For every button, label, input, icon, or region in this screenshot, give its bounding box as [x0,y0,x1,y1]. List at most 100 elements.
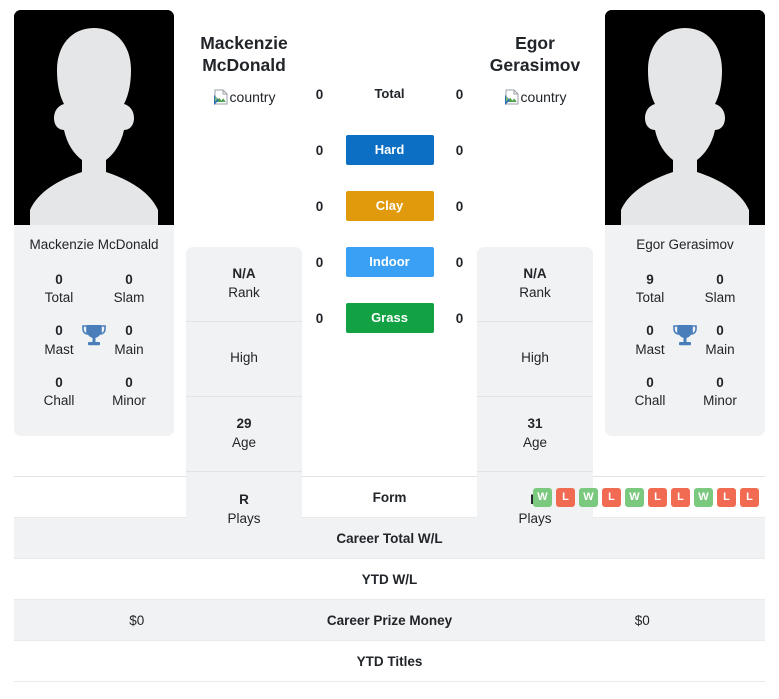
h2h-row-clay: 0 Clay 0 [310,178,470,234]
form-badge-loss[interactable]: L [602,487,621,507]
table-row: YTD W/L [14,559,765,600]
panel-player-name-right: Egor Gerasimov [636,237,734,252]
broken-image-icon [213,89,228,105]
title-stat-slam: 0 Slam [689,271,751,307]
table-row-label: Career Prize Money [326,612,453,628]
h2h-row-hard: 0 Hard 0 [310,122,470,178]
title-value: 0 [646,375,654,391]
table-row: YTD Titles [14,641,765,682]
h2h-score-right: 0 [455,198,464,214]
player-name-right-line2: Gerasimov [489,55,581,76]
title-value: 0 [646,323,654,339]
broken-image-icon [504,89,519,105]
surface-badge-grass[interactable]: Grass [345,303,434,333]
title-stat-chall: 0 Chall [619,374,681,410]
title-label: Minor [703,393,737,409]
broken-image-placeholder: country [504,88,567,105]
stat-high-rank-left: High [186,322,302,397]
stat-value: 31 [527,416,543,432]
title-value: 0 [716,323,724,339]
title-label: Main [705,341,735,357]
title-label: Main [114,341,144,357]
h2h-score-left: 0 [315,142,324,158]
form-badge-win[interactable]: W [694,487,713,507]
stat-value: High [521,350,549,366]
form-badge-loss[interactable]: L [740,487,759,507]
stat-label: Rank [228,285,260,301]
title-stat-main: 0 Main [689,322,751,358]
title-label: Mast [44,341,74,357]
panel-player-name-left: Mackenzie McDonald [29,237,159,252]
broken-image-alt-text: country [229,88,276,105]
titles-row: 0 Mast 0 Main [605,316,765,368]
stat-label: Rank [519,285,551,301]
form-badge-win[interactable]: W [533,487,552,507]
player-silhouette-icon [605,10,765,225]
titles-row: 0 Mast 0 Main [14,316,174,368]
stat-value: High [230,350,258,366]
form-badge-win[interactable]: W [579,487,598,507]
player-comparison-page: Mackenzie McDonald 0 Total 0 Slam 0 Mast… [0,0,779,699]
player-name-right: Egor Gerasimov [477,32,593,77]
stat-high-rank-right: High [477,322,593,397]
stat-age-left: 29 Age [186,397,302,472]
player-name-block-left: Mackenzie McDonald country [186,10,302,105]
stat-value: N/A [232,266,256,282]
stat-age-right: 31 Age [477,397,593,472]
title-stat-mast: 0 Mast [619,322,681,358]
top-comparison-area: Mackenzie McDonald 0 Total 0 Slam 0 Mast… [0,0,779,547]
player-panel-left: Mackenzie McDonald 0 Total 0 Slam 0 Mast… [14,10,174,436]
title-value: 0 [716,375,724,391]
title-label: Total [635,289,665,305]
h2h-score-right: 0 [455,86,464,102]
left-center-block: Mackenzie McDonald country N/A Rank High… [174,10,302,547]
middle-comparison-column: Mackenzie McDonald country N/A Rank High… [174,10,605,547]
titles-grid-right: 9 Total 0 Slam 0 Mast 0 Main 0 Chall 0 M… [605,263,765,436]
stat-label: Plays [518,510,552,526]
stat-label: Age [231,435,257,451]
title-value: 9 [646,271,654,287]
form-badge-loss[interactable]: L [648,487,667,507]
country-flag-left: country [186,89,302,105]
title-stat-chall: 0 Chall [28,374,90,410]
stat-label: Plays [227,510,261,526]
title-stat-minor: 0 Minor [689,374,751,410]
h2h-score-right: 0 [455,254,464,270]
stat-value: N/A [523,266,547,282]
titles-row: 0 Chall 0 Minor [14,368,174,420]
table-cell-left: $0 [129,612,145,628]
stat-value: 29 [236,416,252,432]
title-stat-total: 9 Total [619,271,681,307]
title-label: Minor [112,393,146,409]
surface-badge-indoor[interactable]: Indoor [345,247,434,277]
surface-badge-clay[interactable]: Clay [345,191,434,221]
table-row-label: Form [372,489,407,505]
player-name-left-line2: McDonald [202,55,286,76]
form-badge-loss[interactable]: L [717,487,736,507]
form-badge-loss[interactable]: L [671,487,690,507]
title-label: Mast [635,341,665,357]
table-row-label: Career Total W/L [336,530,443,546]
broken-image-alt-text: country [520,88,567,105]
title-stat-minor: 0 Minor [98,374,160,410]
table-row: $0 Career Prize Money $0 [14,600,765,641]
right-center-block: Egor Gerasimov country N/A Rank High 31 … [477,10,605,547]
title-stat-slam: 0 Slam [98,271,160,307]
h2h-score-right: 0 [455,142,464,158]
title-stat-mast: 0 Mast [28,322,90,358]
title-value: 0 [55,271,63,287]
player-name-block-right: Egor Gerasimov country [477,10,593,105]
form-badge-win[interactable]: W [625,487,644,507]
form-badge-loss[interactable]: L [556,487,575,507]
title-value: 0 [125,375,133,391]
surface-badge-hard[interactable]: Hard [345,135,434,165]
title-label: Slam [113,289,145,305]
stat-rank-left: N/A Rank [186,247,302,322]
h2h-score-left: 0 [315,198,324,214]
title-stat-main: 0 Main [98,322,160,358]
title-label: Chall [43,393,75,409]
titles-row: 0 Chall 0 Minor [605,368,765,420]
h2h-score-left: 0 [315,254,324,270]
table-row-label: YTD Titles [356,653,423,669]
h2h-surface-column: 0 Total 0 0 Hard 0 0 Clay 0 0 Indoor 0 0 Grass 0 [310,10,470,346]
